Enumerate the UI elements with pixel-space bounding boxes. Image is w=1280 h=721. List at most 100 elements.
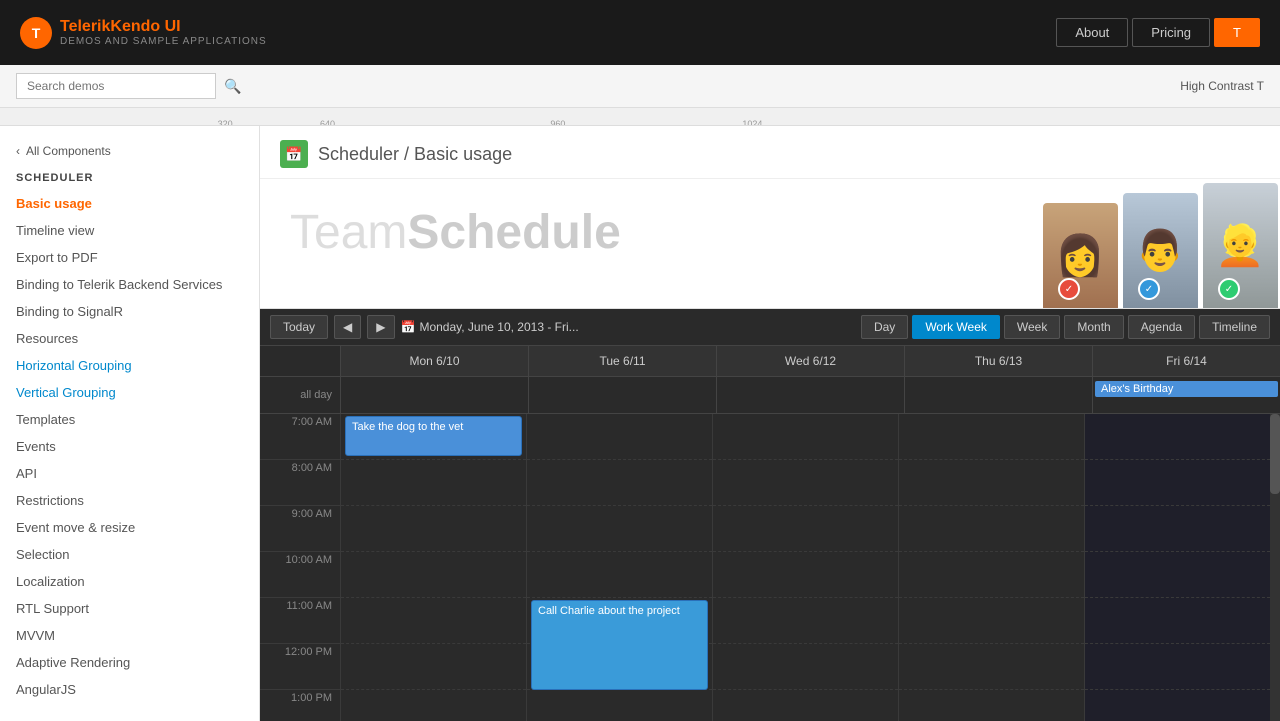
sidebar-item-horizontal-grouping[interactable]: Horizontal Grouping bbox=[0, 352, 259, 379]
trial-button[interactable]: T bbox=[1214, 18, 1260, 47]
team-text-thin: Team bbox=[290, 206, 407, 259]
avatar-3: 👱 ✓ bbox=[1200, 179, 1280, 308]
slot-fri-900 bbox=[1085, 506, 1270, 552]
ruler-mark-960: 960 bbox=[550, 119, 565, 127]
view-week-button[interactable]: Week bbox=[1004, 315, 1060, 339]
slot-tue-700 bbox=[527, 414, 712, 460]
sidebar-item-basic-usage[interactable]: Basic usage bbox=[0, 190, 259, 217]
cal-col-fri bbox=[1084, 414, 1270, 721]
event-dog-vet[interactable]: Take the dog to the vet bbox=[345, 416, 522, 456]
prev-button[interactable]: ◀ bbox=[334, 315, 361, 339]
search-input[interactable] bbox=[16, 73, 216, 99]
slot-fri-1100 bbox=[1085, 598, 1270, 644]
slot-thu-1300 bbox=[899, 690, 1084, 721]
slot-wed-1000 bbox=[713, 552, 898, 598]
today-button[interactable]: Today bbox=[270, 315, 328, 339]
logo-icon: T bbox=[20, 17, 52, 49]
main-layout: ‹ All Components SCHEDULER Basic usage T… bbox=[0, 126, 1280, 721]
cal-day-thu: Thu 6/13 bbox=[904, 346, 1092, 376]
sidebar-item-vertical-grouping[interactable]: Vertical Grouping bbox=[0, 379, 259, 406]
sidebar-item-localization[interactable]: Localization bbox=[0, 568, 259, 595]
slot-tue-800 bbox=[527, 460, 712, 506]
sidebar-item-export-pdf[interactable]: Export to PDF bbox=[0, 244, 259, 271]
next-button[interactable]: ▶ bbox=[367, 315, 394, 339]
scrollbar-track[interactable] bbox=[1270, 414, 1280, 721]
slot-tue-1000 bbox=[527, 552, 712, 598]
slot-thu-800 bbox=[899, 460, 1084, 506]
sidebar: ‹ All Components SCHEDULER Basic usage T… bbox=[0, 126, 260, 721]
content-area: 📅 Scheduler / Basic usage TeamSchedule 👩… bbox=[260, 126, 1280, 721]
view-day-button[interactable]: Day bbox=[861, 315, 908, 339]
slot-tue-900 bbox=[527, 506, 712, 552]
slot-thu-1100 bbox=[899, 598, 1084, 644]
slot-thu-1000 bbox=[899, 552, 1084, 598]
time-900: 9:00 AM bbox=[260, 506, 340, 552]
pricing-button[interactable]: Pricing bbox=[1132, 18, 1210, 47]
time-1000: 10:00 AM bbox=[260, 552, 340, 598]
toolbar-left: Today ◀ ▶ 📅 Monday, June 10, 2013 - Fri.… bbox=[270, 315, 579, 339]
sidebar-item-timeline-view[interactable]: Timeline view bbox=[0, 217, 259, 244]
sidebar-item-events[interactable]: Events bbox=[0, 433, 259, 460]
search-icon[interactable]: 🔍 bbox=[224, 78, 241, 95]
time-800: 8:00 AM bbox=[260, 460, 340, 506]
logo-text: TelerikKendo UI DEMOS AND SAMPLE APPLICA… bbox=[60, 17, 267, 48]
view-timeline-button[interactable]: Timeline bbox=[1199, 315, 1270, 339]
search-input-wrap: 🔍 bbox=[16, 73, 241, 99]
slot-fri-800 bbox=[1085, 460, 1270, 506]
all-day-cell-thu bbox=[904, 377, 1092, 413]
sidebar-item-selection[interactable]: Selection bbox=[0, 541, 259, 568]
sidebar-item-binding-signalr[interactable]: Binding to SignalR bbox=[0, 298, 259, 325]
sidebar-item-restrictions[interactable]: Restrictions bbox=[0, 487, 259, 514]
view-month-button[interactable]: Month bbox=[1064, 315, 1123, 339]
slot-tue-1300 bbox=[527, 690, 712, 721]
slot-fri-1300 bbox=[1085, 690, 1270, 721]
slot-fri-1200 bbox=[1085, 644, 1270, 690]
sidebar-item-angularjs[interactable]: AngularJS bbox=[0, 676, 259, 703]
scrollbar-thumb[interactable] bbox=[1270, 414, 1280, 494]
about-button[interactable]: About bbox=[1056, 18, 1128, 47]
cal-day-fri: Fri 6/14 bbox=[1092, 346, 1280, 376]
cal-day-wed: Wed 6/12 bbox=[716, 346, 904, 376]
slot-mon-800 bbox=[341, 460, 526, 506]
avatar-1-badge: ✓ bbox=[1058, 278, 1080, 300]
slot-wed-900 bbox=[713, 506, 898, 552]
event-call-charlie[interactable]: Call Charlie about the project bbox=[531, 600, 708, 690]
all-day-cell-wed bbox=[716, 377, 904, 413]
avatar-3-badge: ✓ bbox=[1218, 278, 1240, 300]
ruler-mark-1024: 1024 bbox=[742, 119, 762, 127]
sidebar-item-api[interactable]: API bbox=[0, 460, 259, 487]
avatar-1-icon: 👩 bbox=[1055, 232, 1105, 279]
sidebar-item-resources[interactable]: Resources bbox=[0, 325, 259, 352]
cal-col-thu bbox=[898, 414, 1084, 721]
event-alexs-birthday[interactable]: Alex's Birthday bbox=[1095, 381, 1278, 397]
brand-name: TelerikKendo UI bbox=[60, 17, 267, 36]
cal-scroll-area[interactable]: 7:00 AM 8:00 AM 9:00 AM 10:00 AM 11:00 A… bbox=[260, 414, 1270, 721]
search-bar: 🔍 High Contrast T bbox=[0, 65, 1280, 108]
sidebar-item-templates[interactable]: Templates bbox=[0, 406, 259, 433]
cal-time-col-header bbox=[260, 346, 340, 376]
view-workweek-button[interactable]: Work Week bbox=[912, 315, 1000, 339]
date-range-label: Monday, June 10, 2013 - Fri... bbox=[419, 320, 578, 334]
time-1200: 12:00 PM bbox=[260, 644, 340, 690]
view-agenda-button[interactable]: Agenda bbox=[1128, 315, 1195, 339]
team-text-bold: Schedule bbox=[407, 206, 620, 259]
slot-wed-1100 bbox=[713, 598, 898, 644]
avatar-1: 👩 ✓ bbox=[1040, 179, 1120, 308]
slot-wed-700 bbox=[713, 414, 898, 460]
sidebar-item-event-move-resize[interactable]: Event move & resize bbox=[0, 514, 259, 541]
brand-telerik: Telerik bbox=[60, 18, 110, 35]
cal-day-tue: Tue 6/11 bbox=[528, 346, 716, 376]
slot-thu-900 bbox=[899, 506, 1084, 552]
slot-thu-700 bbox=[899, 414, 1084, 460]
sidebar-item-adaptive-rendering[interactable]: Adaptive Rendering bbox=[0, 649, 259, 676]
sidebar-item-binding-backend[interactable]: Binding to Telerik Backend Services bbox=[0, 271, 259, 298]
nav-right: About Pricing T bbox=[1056, 18, 1260, 47]
sidebar-item-rtl-support[interactable]: RTL Support bbox=[0, 595, 259, 622]
cal-day-mon: Mon 6/10 bbox=[340, 346, 528, 376]
slot-thu-1200 bbox=[899, 644, 1084, 690]
logo-area: T TelerikKendo UI DEMOS AND SAMPLE APPLI… bbox=[20, 17, 267, 49]
sidebar-item-mvvm[interactable]: MVVM bbox=[0, 622, 259, 649]
slot-mon-1100 bbox=[341, 598, 526, 644]
avatars-area: 👩 ✓ 👨 ✓ 👱 ✓ bbox=[1040, 179, 1280, 308]
sidebar-back[interactable]: ‹ All Components bbox=[0, 138, 259, 168]
